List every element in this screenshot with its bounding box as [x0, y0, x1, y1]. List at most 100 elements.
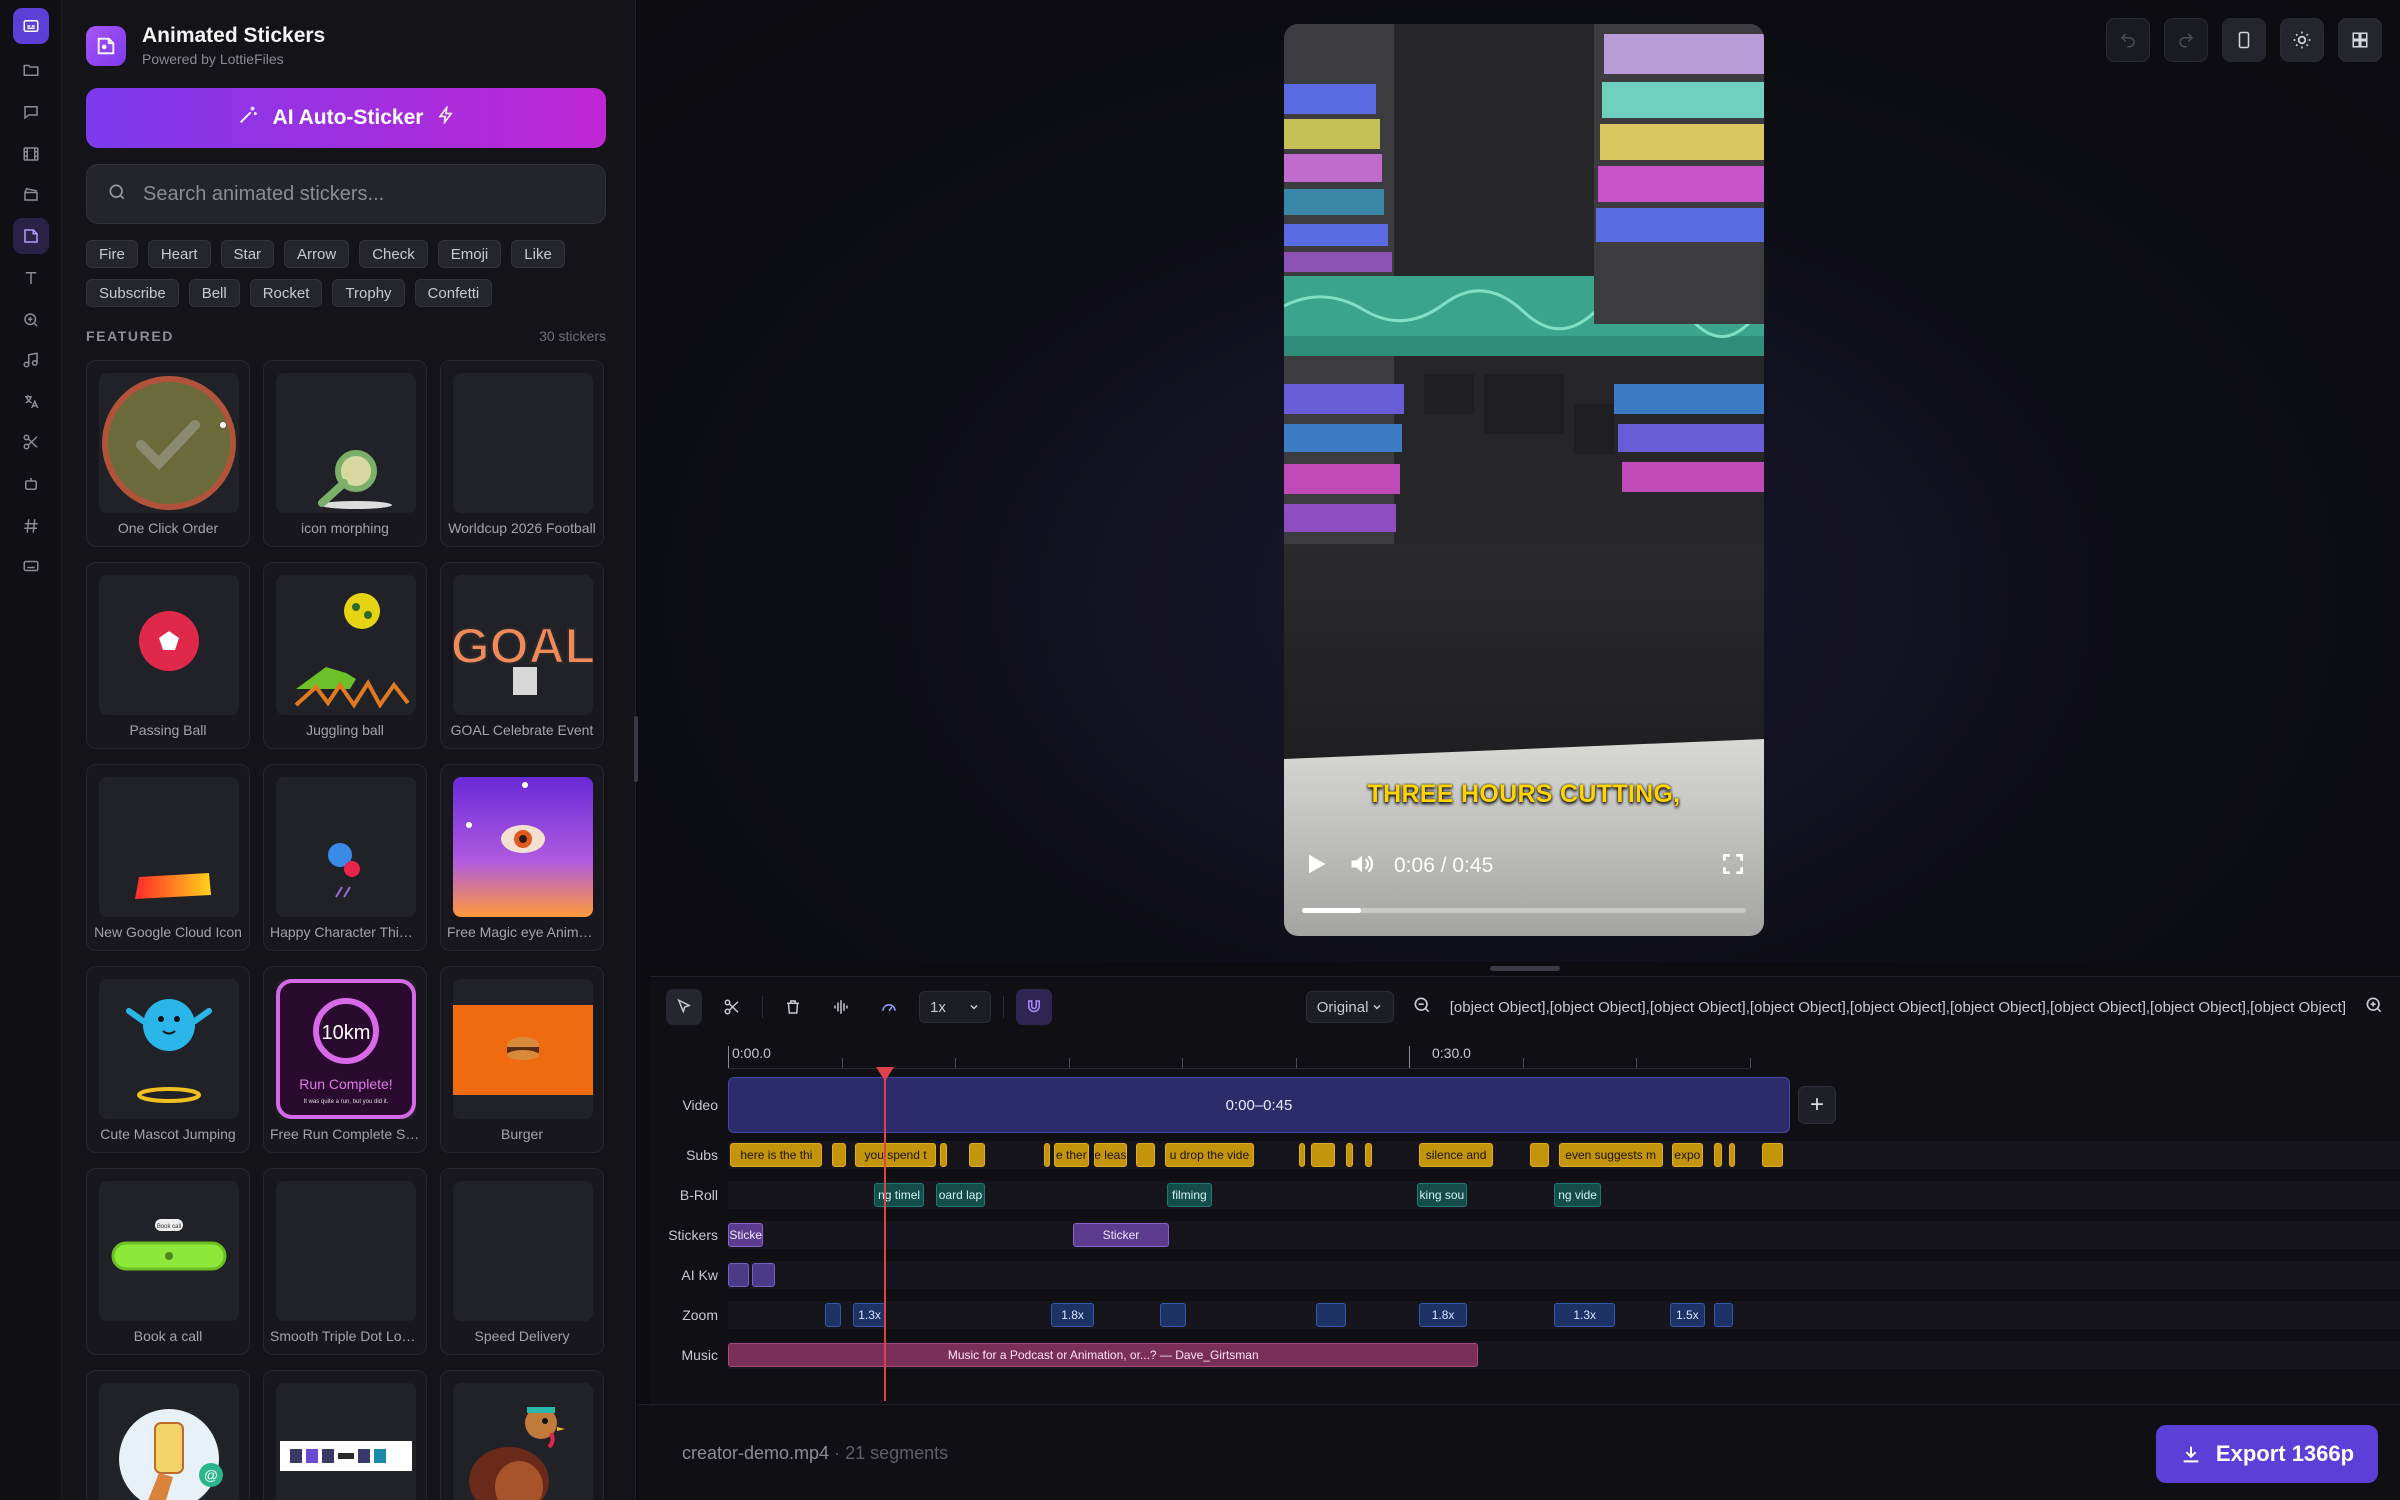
subtitle-clip[interactable]	[1761, 1143, 1783, 1167]
sticker-card[interactable]: @	[86, 1370, 250, 1500]
sticker-card[interactable]: icon morphing	[263, 360, 427, 547]
rail-button-hashtag[interactable]	[13, 508, 49, 544]
ai-keyword-clip[interactable]	[751, 1263, 776, 1287]
track-lane[interactable]: 1.3x 1.8x 1.8x 1.3x 1.5x	[728, 1301, 2400, 1329]
video-progress-bar[interactable]	[1302, 908, 1746, 913]
rail-button-translate[interactable]	[13, 384, 49, 420]
subtitle-clip[interactable]	[940, 1143, 948, 1167]
track-lane[interactable]	[728, 1261, 2400, 1289]
rail-button-subtitles[interactable]	[13, 8, 49, 44]
sticker-card[interactable]: Free Magic eye Animation	[440, 764, 604, 951]
layout-button[interactable]	[2338, 18, 2382, 62]
zoom-clip[interactable]: 1.3x	[1554, 1303, 1616, 1327]
phone-frame-button[interactable]	[2222, 18, 2266, 62]
volume-icon[interactable]	[1348, 850, 1376, 883]
chip-emoji[interactable]: Emoji	[437, 240, 502, 268]
zoom-clip[interactable]: 1.8x	[1419, 1303, 1467, 1327]
fullscreen-icon[interactable]	[1720, 851, 1746, 882]
zoom-in-icon[interactable]	[2364, 995, 2384, 1020]
subtitle-clip[interactable]	[1530, 1143, 1550, 1167]
rail-button-text[interactable]	[13, 260, 49, 296]
playhead[interactable]	[876, 1067, 894, 1401]
track-lane[interactable]: Music for a Podcast or Animation, or...?…	[728, 1341, 2400, 1369]
sticker-card[interactable]: Cute Mascot Jumping	[86, 966, 250, 1153]
subtitle-clip[interactable]: even suggests m	[1558, 1143, 1663, 1167]
magnet-snap-button[interactable]	[1016, 989, 1052, 1025]
sticker-clip[interactable]: Sticker	[1072, 1223, 1170, 1247]
rail-button-clapper[interactable]	[13, 176, 49, 212]
chip-subscribe[interactable]: Subscribe	[86, 279, 179, 307]
search-input[interactable]	[143, 182, 583, 206]
broll-clip[interactable]: filming	[1166, 1183, 1212, 1207]
chip-check[interactable]: Check	[359, 240, 428, 268]
chip-bell[interactable]: Bell	[188, 279, 240, 307]
sticker-card[interactable]: New Google Cloud Icon	[86, 764, 250, 951]
zoom-out-icon[interactable]	[1412, 995, 1432, 1020]
video-preview[interactable]: THREE HOURS CUTTING, 0:06 / 0:45	[1284, 24, 1764, 936]
sticker-card[interactable]: Juggling ball	[263, 562, 427, 749]
subtitle-clip[interactable]	[1044, 1143, 1051, 1167]
subtitle-clip[interactable]: here is the thi	[730, 1143, 823, 1167]
sticker-card[interactable]: 10km Run Complete! It was quite a run, but…	[263, 966, 427, 1153]
chip-heart[interactable]: Heart	[147, 240, 211, 268]
select-tool-button[interactable]	[666, 989, 702, 1025]
chip-fire[interactable]: Fire	[86, 240, 138, 268]
rail-button-sticker[interactable]	[13, 218, 49, 254]
chip-arrow[interactable]: Arrow	[284, 240, 350, 268]
speed-select[interactable]: 1x	[919, 991, 991, 1023]
delete-button[interactable]	[775, 989, 811, 1025]
track-lane[interactable]: Sticke Sticker	[728, 1221, 2400, 1249]
rail-button-film[interactable]	[13, 136, 49, 172]
rail-button-chat[interactable]	[13, 94, 49, 130]
rail-button-robot[interactable]	[13, 466, 49, 502]
music-clip[interactable]: Music for a Podcast or Animation, or...?…	[728, 1343, 1479, 1367]
chip-rocket[interactable]: Rocket	[249, 279, 323, 307]
sticker-search[interactable]	[86, 164, 606, 224]
speed-button[interactable]	[871, 989, 907, 1025]
track-lane[interactable]: here is the thi you spend t e ther e leas u …	[728, 1141, 2400, 1169]
sticker-card[interactable]: GOAL GOAL Celebrate Event	[440, 562, 604, 749]
add-clip-button[interactable]: +	[1798, 1086, 1836, 1124]
broll-clip[interactable]: king sou	[1417, 1183, 1467, 1207]
audio-waveform-button[interactable]	[823, 989, 859, 1025]
play-icon[interactable]	[1302, 850, 1330, 883]
rail-button-scissors[interactable]	[13, 424, 49, 460]
subtitle-clip[interactable]	[1136, 1143, 1156, 1167]
subtitle-clip[interactable]: e ther	[1053, 1143, 1090, 1167]
video-clip[interactable]: 0:00–0:45	[728, 1077, 1790, 1133]
rail-button-keyboard[interactable]	[13, 548, 49, 584]
subtitle-clip[interactable]: e leas	[1093, 1143, 1127, 1167]
broll-clip[interactable]: ng timel	[874, 1183, 924, 1207]
chip-star[interactable]: Star	[220, 240, 275, 268]
chip-trophy[interactable]: Trophy	[332, 279, 405, 307]
subtitle-clip[interactable]	[1299, 1143, 1306, 1167]
subtitle-clip[interactable]: you spend t	[855, 1143, 936, 1167]
chip-like[interactable]: Like	[511, 240, 565, 268]
sticker-card[interactable]: Worldcup 2026 Football	[440, 360, 604, 547]
track-lane[interactable]: ng timel oard lap filming king sou ng vide	[728, 1181, 2400, 1209]
sticker-clip[interactable]: Sticke	[728, 1223, 764, 1247]
ai-auto-sticker-button[interactable]: AI Auto-Sticker	[86, 88, 606, 148]
subtitle-clip[interactable]: u drop the vide	[1164, 1143, 1255, 1167]
subtitle-clip[interactable]	[831, 1143, 846, 1167]
subtitle-clip[interactable]	[1365, 1143, 1373, 1167]
subtitle-clip[interactable]	[968, 1143, 986, 1167]
zoom-clip[interactable]: 1.8x	[1051, 1303, 1094, 1327]
subtitle-clip[interactable]	[1346, 1143, 1354, 1167]
rail-button-zoom[interactable]	[13, 302, 49, 338]
sticker-card[interactable]	[263, 1370, 427, 1500]
timeline-resize-handle[interactable]	[1490, 966, 1560, 971]
subtitle-clip[interactable]: expo	[1672, 1143, 1703, 1167]
zoom-clip[interactable]: 1.5x	[1669, 1303, 1706, 1327]
subtitle-clip[interactable]	[1728, 1143, 1735, 1167]
sticker-card[interactable]: Book call Book a call	[86, 1168, 250, 1355]
rail-button-folder[interactable]	[13, 52, 49, 88]
zoom-clip[interactable]	[824, 1303, 842, 1327]
zoom-clip[interactable]	[1315, 1303, 1347, 1327]
fit-select[interactable]: Original	[1305, 991, 1394, 1023]
chip-confetti[interactable]: Confetti	[414, 279, 493, 307]
broll-clip[interactable]: oard lap	[935, 1183, 986, 1207]
sticker-card[interactable]: Speed Delivery	[440, 1168, 604, 1355]
sticker-card[interactable]	[440, 1370, 604, 1500]
theme-toggle-button[interactable]	[2280, 18, 2324, 62]
